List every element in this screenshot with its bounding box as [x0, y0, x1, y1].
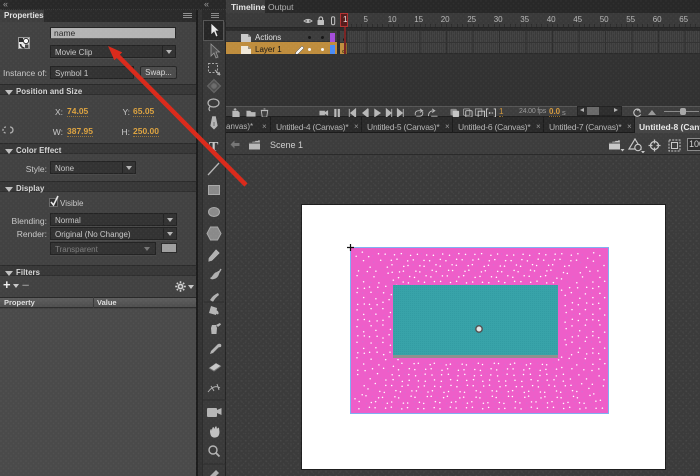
svg-text:T: T [209, 140, 219, 155]
